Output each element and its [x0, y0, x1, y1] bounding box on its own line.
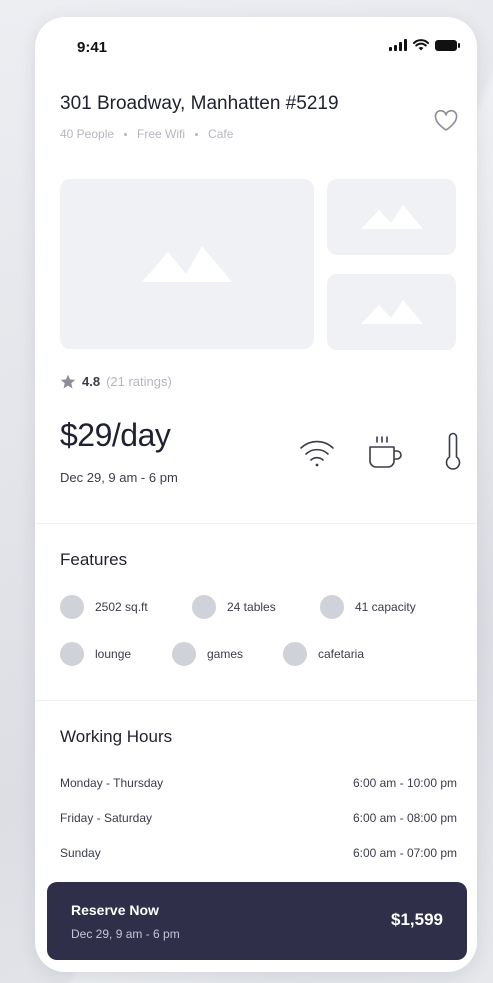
- star-icon: [60, 374, 76, 389]
- status-bar: 9:41: [35, 17, 477, 77]
- feature-label: 24 tables: [227, 600, 276, 614]
- hours-time: 6:00 am - 08:00 pm: [352, 811, 457, 825]
- phone-screen: 9:41 301 Broadway, Manhatten #5219 40 Pe…: [35, 17, 477, 972]
- feature-icon: [60, 642, 84, 666]
- features-title: Features: [60, 550, 128, 569]
- battery-icon: [435, 40, 460, 51]
- feature-icon: [172, 642, 196, 666]
- reserve-now-button[interactable]: Reserve Now Dec 29, 9 am - 6 pm $1,599: [47, 882, 467, 960]
- reserve-label: Reserve Now: [71, 902, 159, 918]
- rating-count: (21 ratings): [106, 374, 172, 389]
- cellular-signal-icon: [389, 39, 407, 51]
- reserve-date: Dec 29, 9 am - 6 pm: [71, 927, 180, 941]
- feature-label: 41 capacity: [355, 600, 416, 614]
- feature-item: lounge: [60, 642, 131, 666]
- tag-separator: [124, 132, 128, 136]
- gallery-thumbnail-1[interactable]: [327, 179, 456, 255]
- feature-item: 24 tables: [192, 595, 276, 619]
- gallery-thumbnail-2[interactable]: [327, 274, 456, 350]
- hours-days: Sunday: [60, 846, 101, 860]
- wifi-icon: [300, 440, 334, 467]
- hours-row: Friday - Saturday 6:00 am - 08:00 pm: [60, 811, 457, 825]
- feature-item: games: [172, 642, 243, 666]
- hours-days: Monday - Thursday: [60, 776, 164, 790]
- hours-time: 6:00 am - 10:00 pm: [352, 776, 457, 790]
- divider: [35, 523, 477, 524]
- feature-icon: [283, 642, 307, 666]
- wifi-status-icon: [413, 39, 429, 51]
- rating-value: 4.8: [82, 374, 101, 389]
- favorite-heart-icon[interactable]: [433, 109, 459, 133]
- gallery-main-image[interactable]: [60, 179, 314, 349]
- hours-time: 6:00 am - 07:00 pm: [352, 846, 457, 860]
- tag-people: 40 People: [60, 127, 115, 141]
- thermometer-icon: [445, 432, 461, 470]
- coffee-cup-icon: [369, 436, 402, 468]
- feature-item: cafetaria: [283, 642, 364, 666]
- tag-separator: [195, 132, 199, 136]
- feature-icon: [60, 595, 84, 619]
- image-placeholder-icon: [142, 246, 232, 282]
- booking-date: Dec 29, 9 am - 6 pm: [60, 470, 178, 485]
- status-icons: [389, 39, 460, 51]
- feature-label: 2502 sq.ft: [95, 600, 148, 614]
- status-time: 9:41: [77, 39, 108, 56]
- listing-tags: 40 People Free Wifi Cafe: [60, 127, 233, 141]
- feature-icon: [192, 595, 216, 619]
- feature-label: lounge: [95, 647, 132, 661]
- feature-icon: [320, 595, 344, 619]
- feature-label: games: [207, 647, 244, 661]
- image-placeholder-icon: [360, 300, 423, 324]
- hours-row: Sunday 6:00 am - 07:00 pm: [60, 846, 457, 860]
- feature-item: 41 capacity: [320, 595, 416, 619]
- image-placeholder-icon: [360, 205, 423, 229]
- working-hours-title: Working Hours: [60, 727, 173, 746]
- price: $29/day: [60, 417, 171, 453]
- rating: 4.8 (21 ratings): [60, 374, 172, 389]
- tag-cafe: Cafe: [208, 127, 234, 141]
- tag-wifi: Free Wifi: [137, 127, 186, 141]
- listing-title: 301 Broadway, Manhatten #5219: [60, 93, 339, 114]
- hours-row: Monday - Thursday 6:00 am - 10:00 pm: [60, 776, 457, 790]
- divider: [35, 700, 477, 701]
- feature-label: cafetaria: [318, 647, 365, 661]
- hours-days: Friday - Saturday: [60, 811, 153, 825]
- reserve-total-price: $1,599: [391, 910, 443, 929]
- feature-item: 2502 sq.ft: [60, 595, 148, 619]
